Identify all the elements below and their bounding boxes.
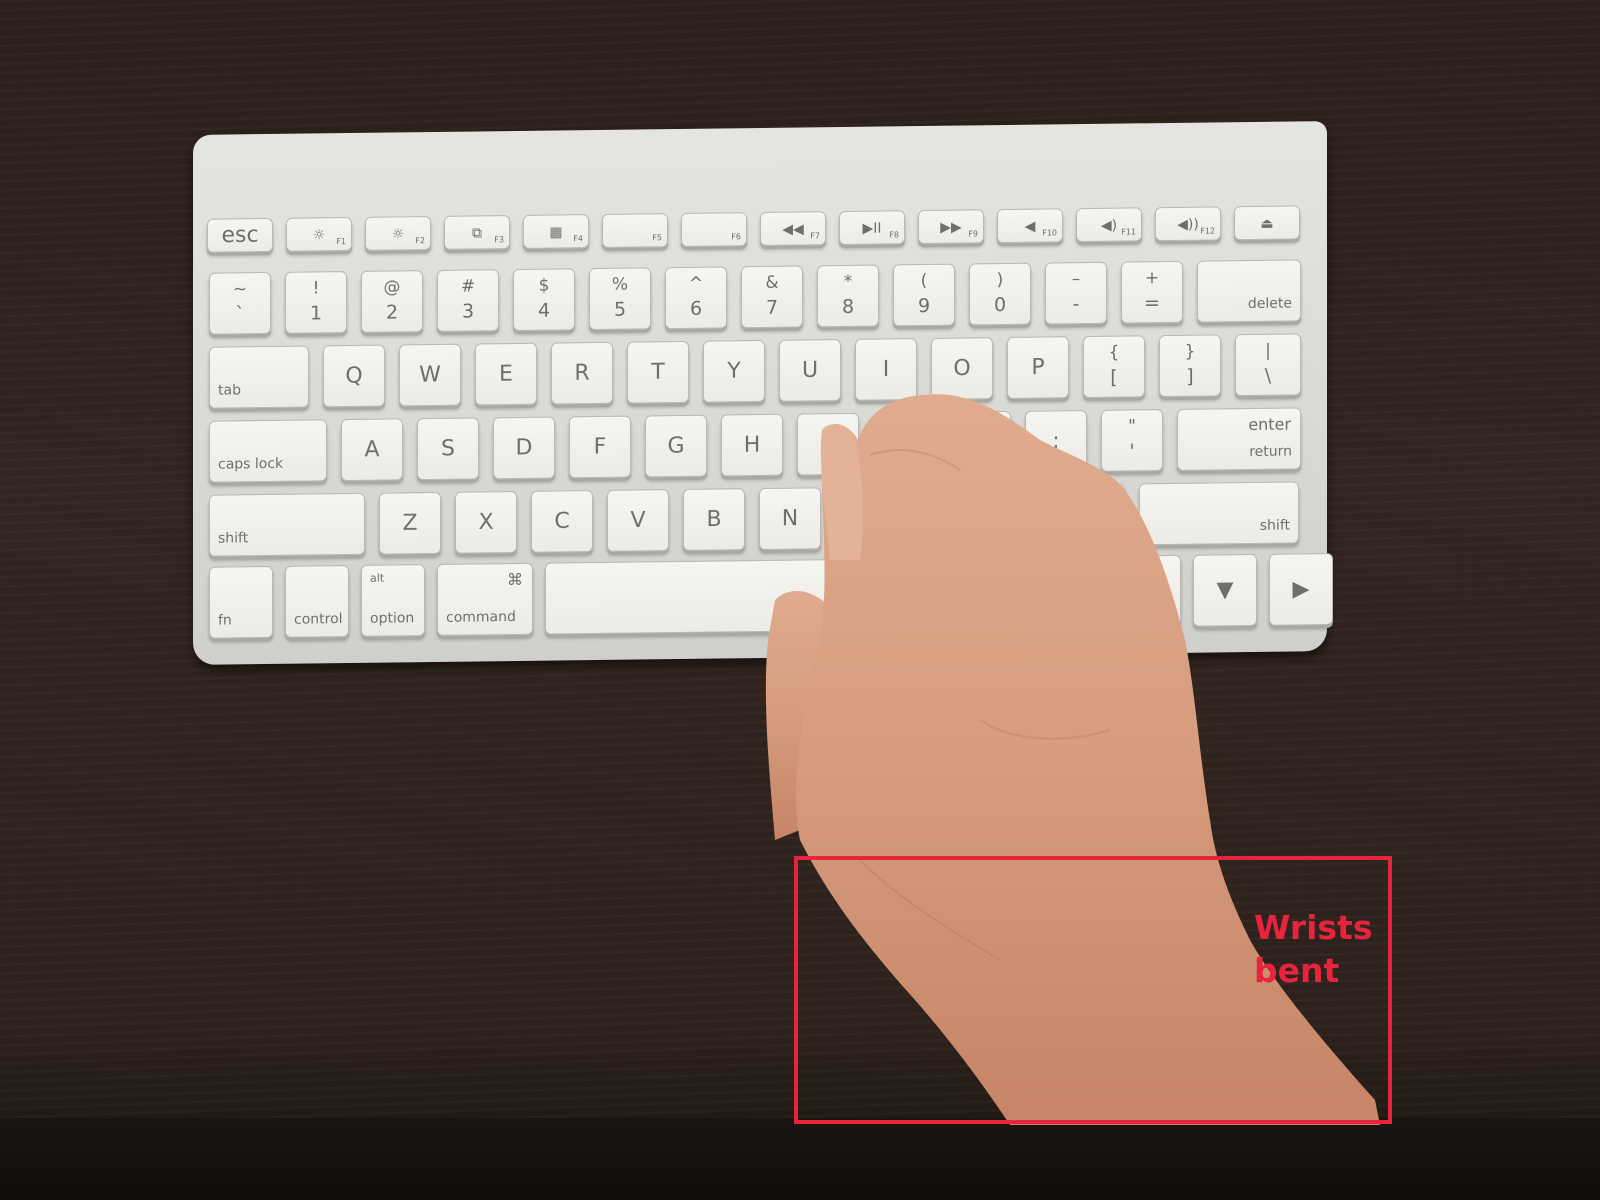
- annotation-line-2: bent: [1254, 951, 1340, 990]
- annotation-line-1: Wrists: [1254, 908, 1373, 947]
- annotation-label: Wrists bent: [1254, 906, 1384, 992]
